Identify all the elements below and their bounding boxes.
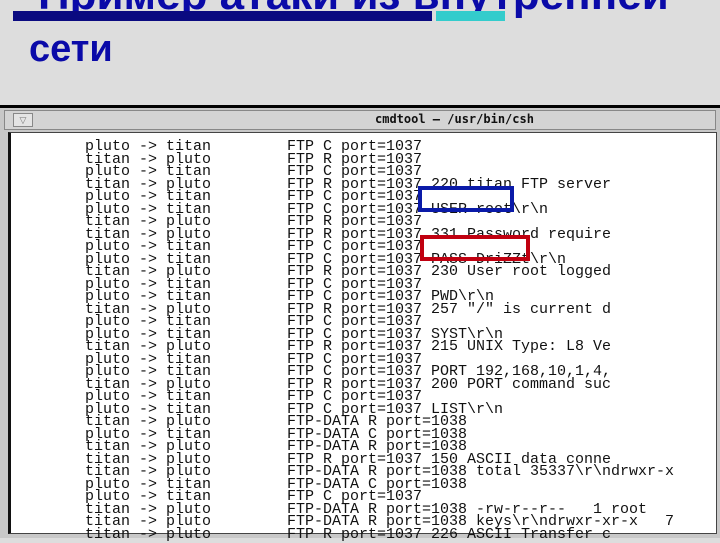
packet-info: FTP R port=1037 226 ASCII Transfer c bbox=[287, 525, 612, 543]
window-titlebar[interactable]: ▽ cmdtool – /usr/bin/csh bbox=[4, 110, 716, 130]
slide-title-line2: сети bbox=[29, 28, 113, 70]
triangle-down-icon[interactable]: ▽ bbox=[13, 113, 33, 127]
terminal-output[interactable]: pluto -> titan FTP C port=1037 titan -> pl… bbox=[8, 132, 717, 542]
title-accent-bar bbox=[436, 11, 505, 21]
cmdtool-window: ▽ cmdtool – /usr/bin/csh pluto -> titan F… bbox=[0, 105, 720, 542]
title-underline-bar bbox=[13, 11, 432, 21]
packet-hosts: titan -> pluto bbox=[85, 525, 212, 543]
window-title: cmdtool – /usr/bin/csh bbox=[375, 112, 534, 126]
password-highlight-box bbox=[420, 235, 530, 261]
user-highlight-box bbox=[418, 186, 514, 212]
